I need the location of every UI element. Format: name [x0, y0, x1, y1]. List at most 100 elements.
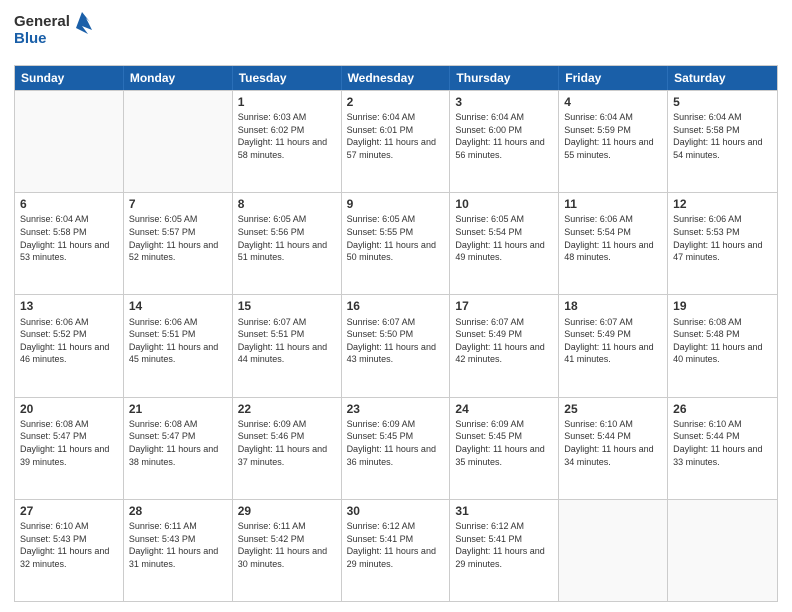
calendar-cell-2-5: 10Sunrise: 6:05 AM Sunset: 5:54 PM Dayli… [450, 193, 559, 294]
calendar-cell-2-2: 7Sunrise: 6:05 AM Sunset: 5:57 PM Daylig… [124, 193, 233, 294]
day-info: Sunrise: 6:03 AM Sunset: 6:02 PM Dayligh… [238, 111, 336, 161]
day-number: 6 [20, 196, 118, 212]
calendar-cell-4-5: 24Sunrise: 6:09 AM Sunset: 5:45 PM Dayli… [450, 398, 559, 499]
calendar-cell-4-7: 26Sunrise: 6:10 AM Sunset: 5:44 PM Dayli… [668, 398, 777, 499]
calendar-cell-1-2 [124, 91, 233, 192]
svg-text:Blue: Blue [14, 30, 47, 47]
day-info: Sunrise: 6:04 AM Sunset: 6:01 PM Dayligh… [347, 111, 445, 161]
calendar-row-5: 27Sunrise: 6:10 AM Sunset: 5:43 PM Dayli… [15, 499, 777, 601]
calendar-cell-3-2: 14 Sunrise: 6:06 AM Sunset: 5:51 PM Dayli… [124, 295, 233, 396]
day-number: 26 [673, 401, 772, 417]
day-number: 21 [129, 401, 227, 417]
calendar-cell-4-2: 21Sunrise: 6:08 AM Sunset: 5:47 PM Dayli… [124, 398, 233, 499]
day-info: Sunrise: 6:10 AM Sunset: 5:44 PM Dayligh… [673, 418, 772, 468]
day-info: Sunrise: 6:08 AM Sunset: 5:48 PM Dayligh… [673, 316, 772, 366]
weekday-header-thursday: Thursday [450, 66, 559, 90]
weekday-header-wednesday: Wednesday [342, 66, 451, 90]
day-number: 13 [20, 298, 118, 314]
calendar-cell-2-6: 11Sunrise: 6:06 AM Sunset: 5:54 PM Dayli… [559, 193, 668, 294]
calendar-cell-4-1: 20Sunrise: 6:08 AM Sunset: 5:47 PM Dayli… [15, 398, 124, 499]
weekday-header-saturday: Saturday [668, 66, 777, 90]
day-info: Sunrise: 6:06 AM Sunset: 5:52 PM Dayligh… [20, 316, 118, 366]
day-number: 14 [129, 298, 227, 314]
weekday-header-tuesday: Tuesday [233, 66, 342, 90]
day-number: 18 [564, 298, 662, 314]
day-number: 17 [455, 298, 553, 314]
calendar-cell-3-3: 15 Sunrise: 6:07 AM Sunset: 5:51 PM Dayli… [233, 295, 342, 396]
day-info: Sunrise: 6:06 AM Sunset: 5:54 PM Dayligh… [564, 213, 662, 263]
day-number: 15 [238, 298, 336, 314]
calendar-cell-5-6 [559, 500, 668, 601]
calendar-cell-3-6: 18 Sunrise: 6:07 AM Sunset: 5:49 PM Dayli… [559, 295, 668, 396]
day-number: 4 [564, 94, 662, 110]
day-info: Sunrise: 6:04 AM Sunset: 6:00 PM Dayligh… [455, 111, 553, 161]
calendar-cell-2-4: 9Sunrise: 6:05 AM Sunset: 5:55 PM Daylig… [342, 193, 451, 294]
day-number: 9 [347, 196, 445, 212]
day-number: 22 [238, 401, 336, 417]
calendar-cell-3-5: 17 Sunrise: 6:07 AM Sunset: 5:49 PM Dayli… [450, 295, 559, 396]
calendar-cell-5-7 [668, 500, 777, 601]
day-number: 1 [238, 94, 336, 110]
day-info: Sunrise: 6:07 AM Sunset: 5:50 PM Dayligh… [347, 316, 445, 366]
day-number: 3 [455, 94, 553, 110]
day-info: Sunrise: 6:04 AM Sunset: 5:59 PM Dayligh… [564, 111, 662, 161]
day-info: Sunrise: 6:08 AM Sunset: 5:47 PM Dayligh… [129, 418, 227, 468]
calendar-cell-3-4: 16Sunrise: 6:07 AM Sunset: 5:50 PM Dayli… [342, 295, 451, 396]
day-number: 20 [20, 401, 118, 417]
day-number: 12 [673, 196, 772, 212]
day-info: Sunrise: 6:06 AM Sunset: 5:53 PM Dayligh… [673, 213, 772, 263]
day-number: 31 [455, 503, 553, 519]
calendar-cell-4-6: 25Sunrise: 6:10 AM Sunset: 5:44 PM Dayli… [559, 398, 668, 499]
calendar-cell-5-2: 28Sunrise: 6:11 AM Sunset: 5:43 PM Dayli… [124, 500, 233, 601]
day-info: Sunrise: 6:12 AM Sunset: 5:41 PM Dayligh… [455, 520, 553, 570]
calendar-row-4: 20Sunrise: 6:08 AM Sunset: 5:47 PM Dayli… [15, 397, 777, 499]
day-number: 11 [564, 196, 662, 212]
day-info: Sunrise: 6:10 AM Sunset: 5:44 PM Dayligh… [564, 418, 662, 468]
day-number: 28 [129, 503, 227, 519]
weekday-header-friday: Friday [559, 66, 668, 90]
day-number: 24 [455, 401, 553, 417]
calendar-body: 1Sunrise: 6:03 AM Sunset: 6:02 PM Daylig… [15, 90, 777, 601]
day-info: Sunrise: 6:06 AM Sunset: 5:51 PM Dayligh… [129, 316, 227, 366]
calendar-cell-2-3: 8Sunrise: 6:05 AM Sunset: 5:56 PM Daylig… [233, 193, 342, 294]
calendar-cell-1-6: 4Sunrise: 6:04 AM Sunset: 5:59 PM Daylig… [559, 91, 668, 192]
header: General Blue [14, 10, 778, 57]
calendar-cell-3-7: 19Sunrise: 6:08 AM Sunset: 5:48 PM Dayli… [668, 295, 777, 396]
day-info: Sunrise: 6:10 AM Sunset: 5:43 PM Dayligh… [20, 520, 118, 570]
calendar-cell-1-4: 2Sunrise: 6:04 AM Sunset: 6:01 PM Daylig… [342, 91, 451, 192]
calendar-container: General Blue SundayMondayTuesdayWednesda… [0, 0, 792, 612]
day-info: Sunrise: 6:05 AM Sunset: 5:55 PM Dayligh… [347, 213, 445, 263]
weekday-header-sunday: Sunday [15, 66, 124, 90]
day-info: Sunrise: 6:05 AM Sunset: 5:54 PM Dayligh… [455, 213, 553, 263]
day-number: 10 [455, 196, 553, 212]
calendar-row-3: 13 Sunrise: 6:06 AM Sunset: 5:52 PM Dayli… [15, 294, 777, 396]
day-info: Sunrise: 6:04 AM Sunset: 5:58 PM Dayligh… [673, 111, 772, 161]
day-number: 8 [238, 196, 336, 212]
day-info: Sunrise: 6:07 AM Sunset: 5:51 PM Dayligh… [238, 316, 336, 366]
day-number: 25 [564, 401, 662, 417]
day-info: Sunrise: 6:08 AM Sunset: 5:47 PM Dayligh… [20, 418, 118, 468]
day-info: Sunrise: 6:05 AM Sunset: 5:57 PM Dayligh… [129, 213, 227, 263]
calendar-cell-4-3: 22Sunrise: 6:09 AM Sunset: 5:46 PM Dayli… [233, 398, 342, 499]
calendar-cell-1-5: 3Sunrise: 6:04 AM Sunset: 6:00 PM Daylig… [450, 91, 559, 192]
calendar-cell-1-3: 1Sunrise: 6:03 AM Sunset: 6:02 PM Daylig… [233, 91, 342, 192]
weekday-header-monday: Monday [124, 66, 233, 90]
day-info: Sunrise: 6:04 AM Sunset: 5:58 PM Dayligh… [20, 213, 118, 263]
day-info: Sunrise: 6:09 AM Sunset: 5:45 PM Dayligh… [455, 418, 553, 468]
calendar-cell-5-1: 27Sunrise: 6:10 AM Sunset: 5:43 PM Dayli… [15, 500, 124, 601]
day-number: 7 [129, 196, 227, 212]
calendar-cell-1-1 [15, 91, 124, 192]
day-number: 29 [238, 503, 336, 519]
day-number: 5 [673, 94, 772, 110]
day-info: Sunrise: 6:09 AM Sunset: 5:45 PM Dayligh… [347, 418, 445, 468]
day-number: 30 [347, 503, 445, 519]
day-info: Sunrise: 6:07 AM Sunset: 5:49 PM Dayligh… [564, 316, 662, 366]
day-number: 27 [20, 503, 118, 519]
logo: General Blue [14, 10, 94, 57]
calendar-header: SundayMondayTuesdayWednesdayThursdayFrid… [15, 66, 777, 90]
day-info: Sunrise: 6:05 AM Sunset: 5:56 PM Dayligh… [238, 213, 336, 263]
day-info: Sunrise: 6:11 AM Sunset: 5:42 PM Dayligh… [238, 520, 336, 570]
calendar-cell-3-1: 13 Sunrise: 6:06 AM Sunset: 5:52 PM Dayli… [15, 295, 124, 396]
day-info: Sunrise: 6:07 AM Sunset: 5:49 PM Dayligh… [455, 316, 553, 366]
calendar-cell-1-7: 5Sunrise: 6:04 AM Sunset: 5:58 PM Daylig… [668, 91, 777, 192]
